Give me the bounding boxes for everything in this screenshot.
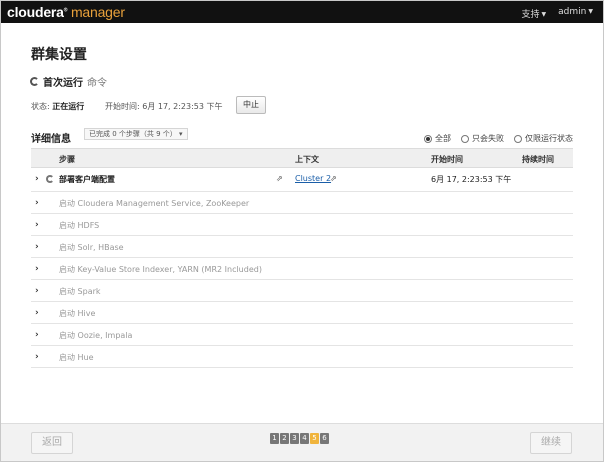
step-name: 启动 Oozie, Impala [59, 331, 133, 340]
radio-unselected-icon [461, 134, 469, 143]
chevron-right-icon[interactable]: › [35, 308, 39, 318]
filter-all-label: 全部 [435, 134, 451, 143]
table-row[interactable]: › 部署客户端配置 ⇗ Cluster 2 ⇗ 6月 17, 2:23:53 下… [31, 168, 573, 192]
step-start-time: 6月 17, 2:23:53 下午 [431, 175, 512, 184]
trademark-mark: ® [63, 7, 68, 14]
command-start-time: 开始时间: 6月 17, 2:23:53 下午 [105, 101, 223, 112]
external-link-icon[interactable]: ⇗ [330, 174, 337, 183]
page-step-3[interactable]: 3 [290, 433, 299, 444]
filter-failed-radio[interactable]: 只会失败 [461, 133, 504, 144]
radio-unselected-icon [514, 134, 522, 143]
chevron-right-icon[interactable]: › [35, 242, 39, 252]
step-name: 启动 Cloudera Management Service, ZooKeepe… [59, 199, 250, 208]
context-link[interactable]: Cluster 2 [295, 174, 331, 183]
step-name: 启动 Key-Value Store Indexer, YARN (MR2 In… [59, 265, 262, 274]
back-button[interactable]: 返回 [31, 432, 73, 454]
details-title: 详细信息 [31, 134, 71, 145]
wizard-footer: 返回 1 2 3 4 5 6 继续 [1, 423, 603, 461]
column-header-duration: 持续时间 [522, 155, 554, 164]
status-label: 状态: [31, 102, 50, 111]
chevron-right-icon[interactable]: › [35, 174, 39, 184]
support-menu[interactable]: 支持 ▼ [522, 7, 547, 20]
support-label: 支持 [521, 10, 540, 20]
step-name: 启动 Solr, HBase [59, 243, 124, 252]
step-filter-radio-group: 全部 只会失败 仅限运行状态 [424, 133, 573, 144]
start-time-label: 开始时间: [105, 102, 140, 111]
page-step-5-current[interactable]: 5 [310, 433, 319, 444]
running-spinner-icon [30, 77, 39, 86]
command-label: 命令 [87, 78, 107, 89]
status-value: 正在运行 [52, 102, 85, 111]
table-row[interactable]: › 启动 HDFS [31, 214, 573, 236]
column-header-step: 步骤 [59, 155, 75, 164]
logo-main-text: cloudera [7, 4, 64, 20]
steps-table: 步骤 上下文 开始时间 持续时间 › 部署客户端配置 ⇗ Cluster 2 ⇗… [31, 148, 573, 368]
filter-failed-label: 只会失败 [472, 134, 504, 143]
cloudera-manager-logo[interactable]: cloudera® manager [7, 4, 125, 20]
continue-button[interactable]: 继续 [530, 432, 572, 454]
filter-running-radio[interactable]: 仅限运行状态 [514, 133, 573, 144]
command-header: 首次运行 命令 [30, 74, 107, 89]
column-header-start-time: 开始时间 [431, 155, 463, 164]
chevron-right-icon[interactable]: › [35, 198, 39, 208]
table-row[interactable]: › 启动 Key-Value Store Indexer, YARN (MR2 … [31, 258, 573, 280]
filter-all-radio[interactable]: 全部 [424, 133, 451, 144]
user-menu[interactable]: admin ▼ [558, 7, 593, 20]
table-row[interactable]: › 启动 Spark [31, 280, 573, 302]
running-spinner-icon [46, 175, 54, 183]
step-name: 启动 Hue [59, 353, 94, 362]
page-title: 群集设置 [31, 47, 87, 63]
step-name: 部署客户端配置 [59, 175, 115, 184]
table-row[interactable]: › 启动 Hue [31, 346, 573, 368]
dropdown-arrow-icon: ▾ [179, 130, 183, 138]
steps-filter-dropdown[interactable]: 已完成 0 个步骤（共 9 个） ▾ [84, 128, 188, 140]
page-step-4[interactable]: 4 [300, 433, 309, 444]
top-navigation-bar: cloudera® manager 支持 ▼ admin ▼ [1, 1, 603, 23]
table-row[interactable]: › 启动 Hive [31, 302, 573, 324]
logo-sub-text: manager [70, 4, 125, 20]
chevron-right-icon[interactable]: › [35, 264, 39, 274]
caret-down-icon: ▼ [541, 11, 547, 18]
page-step-2[interactable]: 2 [280, 433, 289, 444]
wizard-pager: 1 2 3 4 5 6 [270, 433, 329, 444]
chevron-right-icon[interactable]: › [35, 220, 39, 230]
table-row[interactable]: › 启动 Cloudera Management Service, ZooKee… [31, 192, 573, 214]
caret-down-icon: ▼ [588, 8, 593, 15]
column-header-context: 上下文 [295, 155, 319, 164]
command-name: 首次运行 [43, 78, 83, 89]
step-name: 启动 Hive [59, 309, 96, 318]
chevron-right-icon[interactable]: › [35, 330, 39, 340]
table-row[interactable]: › 启动 Solr, HBase [31, 236, 573, 258]
page-step-1[interactable]: 1 [270, 433, 279, 444]
abort-button[interactable]: 中止 [236, 96, 266, 114]
radio-selected-icon [424, 134, 432, 143]
command-status: 状态: 正在运行 [31, 101, 84, 112]
top-nav-menu: 支持 ▼ admin ▼ [522, 7, 593, 20]
start-time-value: 6月 17, 2:23:53 下午 [142, 102, 223, 111]
external-link-icon[interactable]: ⇗ [276, 174, 283, 183]
step-name: 启动 Spark [59, 287, 101, 296]
page-step-6[interactable]: 6 [320, 433, 329, 444]
table-header: 步骤 上下文 开始时间 持续时间 [31, 148, 573, 168]
user-label: admin [558, 7, 587, 17]
chevron-right-icon[interactable]: › [35, 286, 39, 296]
step-name: 启动 HDFS [59, 221, 100, 230]
chevron-right-icon[interactable]: › [35, 352, 39, 362]
table-row[interactable]: › 启动 Oozie, Impala [31, 324, 573, 346]
filter-running-label: 仅限运行状态 [525, 134, 573, 143]
steps-filter-label: 已完成 0 个步骤（共 9 个） [89, 130, 177, 138]
